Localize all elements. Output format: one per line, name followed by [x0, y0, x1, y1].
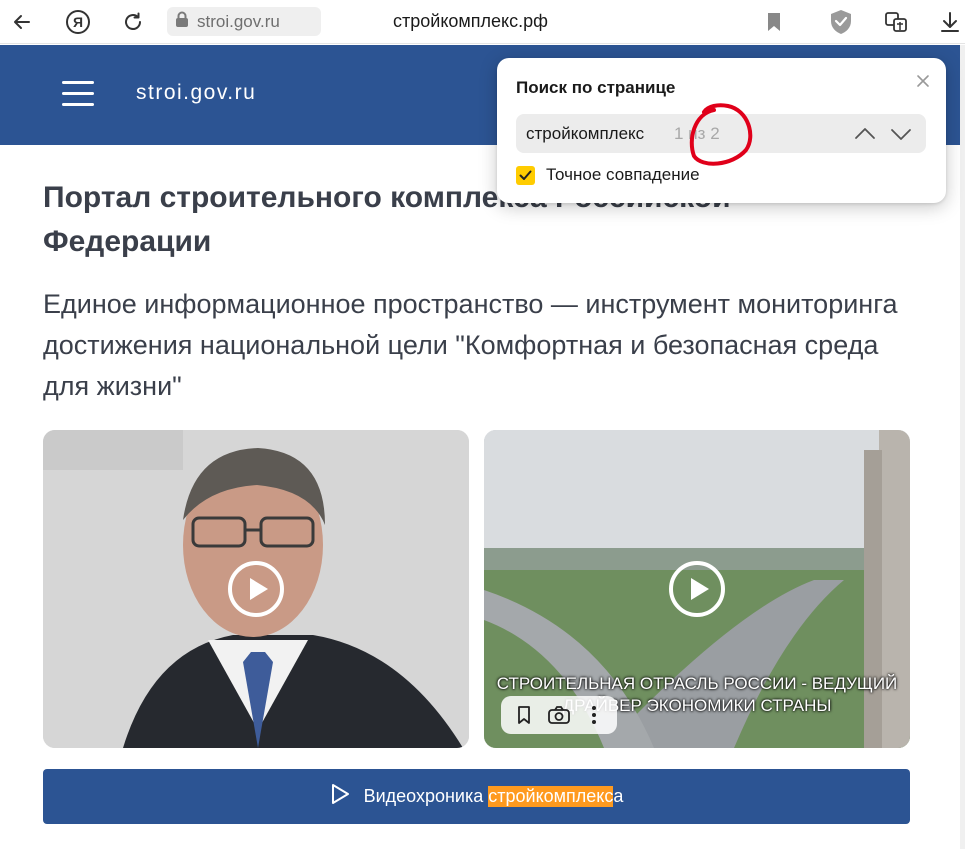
shield-icon[interactable]: [825, 6, 857, 38]
exact-match-label: Точное совпадение: [546, 165, 700, 184]
more-options-icon[interactable]: [581, 702, 607, 728]
yandex-icon[interactable]: Я: [62, 6, 94, 38]
download-icon[interactable]: [934, 6, 965, 38]
find-popup-title: Поиск по странице: [516, 78, 676, 97]
hamburger-icon[interactable]: [62, 81, 94, 107]
screenshot-icon[interactable]: [546, 702, 572, 728]
next-match-button[interactable]: [889, 122, 913, 146]
video-card[interactable]: СТРОИТЕЛЬНАЯ ОТРАСЛЬ РОССИИ - ВЕДУЩИЙ ДР…: [484, 430, 910, 748]
exact-match-option[interactable]: Точное совпадение: [516, 165, 700, 185]
address-bar[interactable]: stroi.gov.ru: [167, 7, 321, 36]
reload-icon[interactable]: [117, 6, 149, 38]
page-subheading: Единое информационное пространство — инс…: [43, 289, 898, 401]
find-field: 1 из 2: [516, 114, 926, 153]
bookmark-icon[interactable]: [511, 702, 537, 728]
video-chronicle-button[interactable]: Видеохроника стройкомплекс а: [43, 769, 910, 824]
video-card[interactable]: [43, 430, 469, 748]
play-video-button[interactable]: [669, 561, 725, 617]
bookmark-icon[interactable]: [758, 6, 790, 38]
address-domain: stroi.gov.ru: [197, 11, 280, 31]
match-counter: 1 из 2: [674, 124, 720, 143]
svg-text:Я: Я: [73, 14, 83, 30]
find-in-page-popup: Поиск по странице 1 из 2 Точное совпаден…: [497, 58, 946, 203]
browser-toolbar: Я stroi.gov.ru стройкомплекс.рф: [0, 0, 965, 44]
chronicle-label-prefix: Видеохроника: [363, 786, 489, 806]
video-toolbar: [501, 696, 617, 734]
chronicle-label-suffix: а: [613, 786, 624, 806]
site-logo[interactable]: stroi.gov.ru: [136, 81, 256, 105]
exact-match-checkbox[interactable]: [516, 165, 535, 185]
previous-match-button[interactable]: [853, 122, 877, 146]
play-icon: [330, 783, 350, 810]
translate-icon[interactable]: [880, 6, 912, 38]
play-video-button[interactable]: [228, 561, 284, 617]
back-icon[interactable]: [6, 6, 38, 38]
scrollbar[interactable]: [960, 45, 965, 849]
find-input[interactable]: [526, 114, 666, 153]
close-icon[interactable]: [914, 72, 932, 90]
lock-icon: [175, 11, 189, 33]
search-highlight: стройкомплекс: [488, 786, 614, 807]
page-title-tab: стройкомплекс.рф: [393, 11, 548, 31]
